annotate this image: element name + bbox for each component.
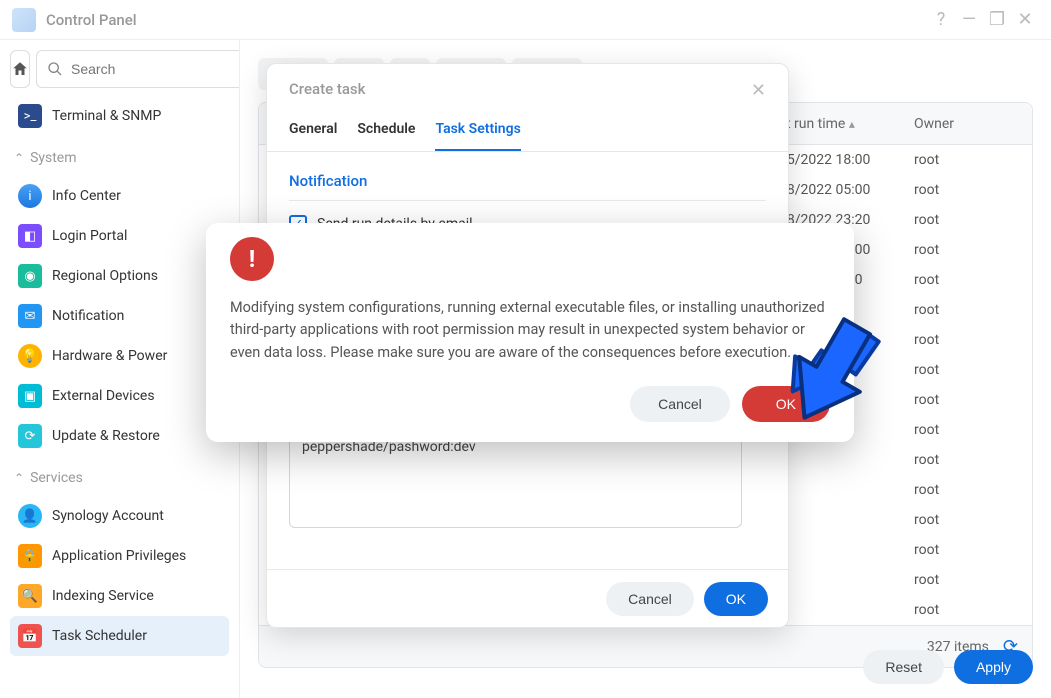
search-input[interactable] [71, 61, 240, 77]
sidebar-item-login[interactable]: ◧ Login Portal [10, 216, 229, 256]
cell-owner: root [914, 452, 1014, 468]
cell-owner: root [914, 242, 1014, 258]
cell-owner: root [914, 572, 1014, 588]
reset-button[interactable]: Reset [863, 650, 944, 684]
sidebar-item-label: Info Center [52, 188, 121, 204]
tab-general[interactable]: General [289, 121, 337, 151]
app-icon [12, 8, 36, 32]
sidebar-item-syno[interactable]: 👤 Synology Account [10, 496, 229, 536]
window-title: Control Panel [46, 11, 137, 29]
close-icon[interactable]: ✕ [1011, 6, 1039, 34]
sidebar-item-update[interactable]: ⟳ Update & Restore [10, 416, 229, 456]
column-owner[interactable]: Owner [914, 116, 1014, 132]
chevron-icon: ⌃ [14, 151, 24, 165]
warning-dialog: ! Modifying system configurations, runni… [206, 223, 854, 442]
sidebar-item-label: Regional Options [52, 268, 158, 284]
bulb-icon: 💡 [18, 344, 42, 368]
cell-owner: root [914, 542, 1014, 558]
sidebar-item-info[interactable]: i Info Center [10, 176, 229, 216]
titlebar: Control Panel ? — ❐ ✕ [0, 0, 1051, 40]
modal-cancel-button[interactable]: Cancel [606, 582, 694, 616]
minimize-icon[interactable]: — [955, 6, 983, 34]
cell-owner: root [914, 422, 1014, 438]
account-icon: 👤 [18, 504, 42, 528]
apply-button[interactable]: Apply [954, 650, 1033, 684]
warning-icon: ! [230, 237, 274, 281]
cell-owner: root [914, 392, 1014, 408]
login-icon: ◧ [18, 224, 42, 248]
cell-time: 28/2022 05:00 [779, 182, 914, 198]
sidebar-item-hardware[interactable]: 💡 Hardware & Power [10, 336, 229, 376]
sort-asc-icon: ▴ [849, 117, 855, 131]
column-next-run-time[interactable]: xt run time ▴ [779, 116, 914, 132]
sidebar-item-label: Login Portal [52, 228, 127, 244]
cell-owner: root [914, 362, 1014, 378]
sidebar-item-label: Indexing Service [52, 588, 154, 604]
cell-owner: root [914, 182, 1014, 198]
sidebar-item-label: Application Privileges [52, 548, 186, 564]
cell-owner: root [914, 332, 1014, 348]
sidebar-item-label: Task Scheduler [52, 628, 147, 644]
globe-icon: ◉ [18, 264, 42, 288]
cell-owner: root [914, 482, 1014, 498]
tab-task-settings[interactable]: Task Settings [435, 121, 520, 151]
cell-owner: root [914, 272, 1014, 288]
sidebar-item-indexing[interactable]: 🔍 Indexing Service [10, 576, 229, 616]
sidebar-section-services[interactable]: ⌃ Services [10, 460, 229, 496]
modal-close-icon[interactable]: ✕ [751, 80, 766, 101]
script-textarea[interactable]: peppershade/pashword:dev [289, 428, 742, 528]
modal-ok-button[interactable]: OK [704, 582, 768, 616]
section-notification: Notification [289, 162, 766, 201]
cell-owner: root [914, 152, 1014, 168]
warn-cancel-button[interactable]: Cancel [630, 386, 730, 422]
sidebar-item-label: Update & Restore [52, 428, 160, 444]
cell-owner: root [914, 212, 1014, 228]
modal-title: Create task [289, 80, 365, 101]
sidebar-item-label: Terminal & SNMP [52, 108, 161, 124]
sidebar-item-label: Synology Account [52, 508, 164, 524]
bottom-bar: Reset Apply [863, 650, 1033, 684]
info-icon: i [18, 184, 42, 208]
chat-icon: ✉ [18, 304, 42, 328]
search-icon [47, 61, 63, 77]
search-file-icon: 🔍 [18, 584, 42, 608]
lock-icon: 🔒 [18, 544, 42, 568]
sidebar-item-label: External Devices [52, 388, 155, 404]
sidebar-item-extdev[interactable]: ▣ External Devices [10, 376, 229, 416]
tab-schedule[interactable]: Schedule [357, 121, 415, 151]
maximize-icon[interactable]: ❐ [983, 6, 1011, 34]
sidebar-item-regional[interactable]: ◉ Regional Options [10, 256, 229, 296]
cell-owner: root [914, 512, 1014, 528]
sidebar-section-system[interactable]: ⌃ System [10, 140, 229, 176]
help-icon[interactable]: ? [927, 6, 955, 34]
warning-text: Modifying system configurations, running… [230, 297, 830, 364]
sync-icon: ⟳ [18, 424, 42, 448]
chevron-icon: ⌃ [14, 471, 24, 485]
cell-owner: root [914, 302, 1014, 318]
sidebar-item-notification[interactable]: ✉ Notification [10, 296, 229, 336]
warn-ok-button[interactable]: OK [742, 386, 830, 422]
home-icon [11, 60, 29, 78]
device-icon: ▣ [18, 384, 42, 408]
sidebar-item-terminal[interactable]: >_ Terminal & SNMP [10, 96, 229, 136]
sidebar-item-label: Hardware & Power [52, 348, 167, 364]
cell-time: 25/2022 18:00 [779, 152, 914, 168]
sidebar: >_ Terminal & SNMP ⌃ System i Info Cente… [0, 40, 240, 698]
search-box[interactable] [36, 50, 240, 88]
sidebar-item-tasksched[interactable]: 📅 Task Scheduler [10, 616, 229, 656]
sidebar-item-apppriv[interactable]: 🔒 Application Privileges [10, 536, 229, 576]
cell-owner: root [914, 602, 1014, 618]
home-button[interactable] [10, 50, 30, 88]
terminal-icon: >_ [18, 104, 42, 128]
sidebar-item-label: Notification [52, 308, 124, 324]
calendar-icon: 📅 [18, 624, 42, 648]
